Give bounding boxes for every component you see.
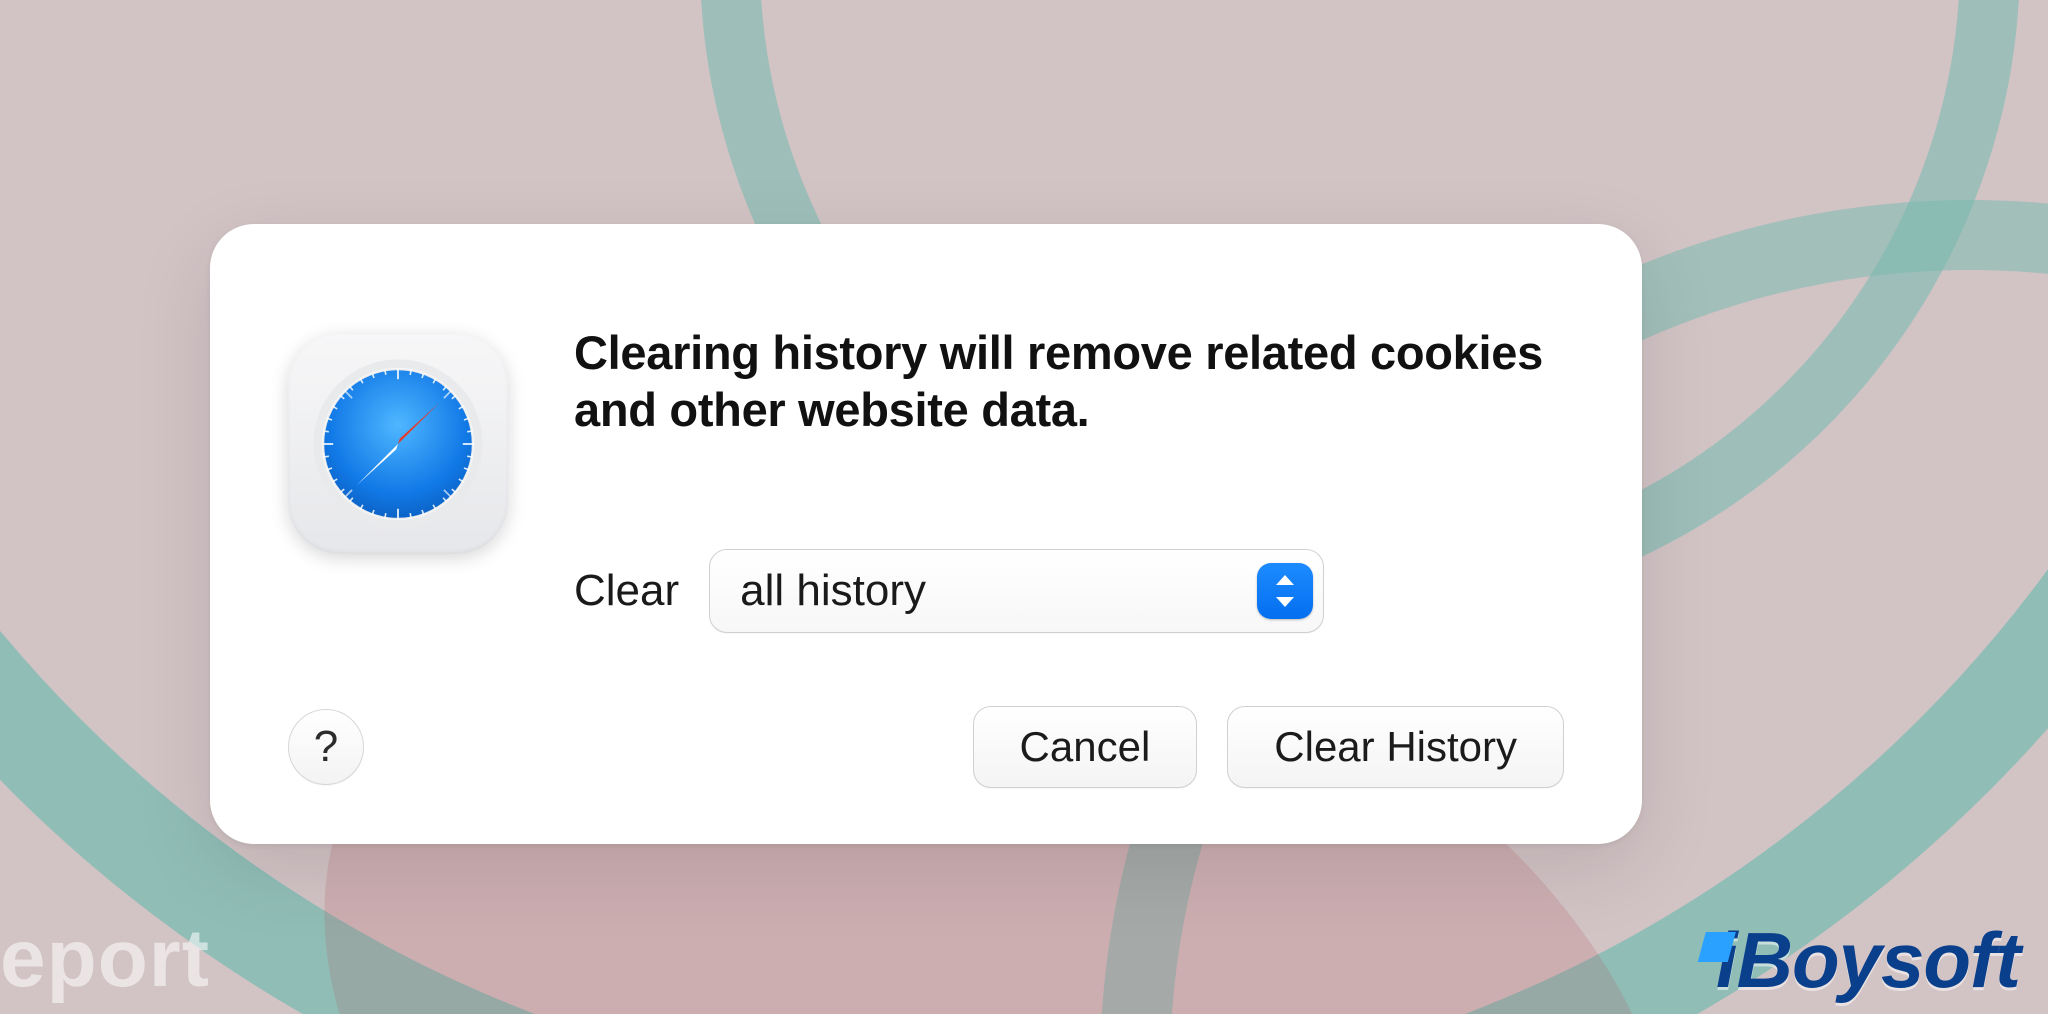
safari-icon xyxy=(288,334,508,554)
clear-label: Clear xyxy=(574,566,679,616)
select-arrows-icon xyxy=(1257,563,1313,619)
watermark-left: eport xyxy=(0,912,210,1006)
clear-history-dialog: Clearing history will remove related coo… xyxy=(210,224,1642,844)
dialog-title: Clearing history will remove related coo… xyxy=(574,324,1564,439)
help-button[interactable]: ? xyxy=(288,709,364,785)
clear-history-button[interactable]: Clear History xyxy=(1227,706,1564,788)
clear-range-value: all history xyxy=(740,566,1257,616)
watermark-brand: iBoysoft xyxy=(1686,915,2020,1006)
cancel-button[interactable]: Cancel xyxy=(973,706,1198,788)
desktop-background: Clearing history will remove related coo… xyxy=(0,0,2048,1014)
clear-range-select[interactable]: all history xyxy=(709,549,1324,633)
